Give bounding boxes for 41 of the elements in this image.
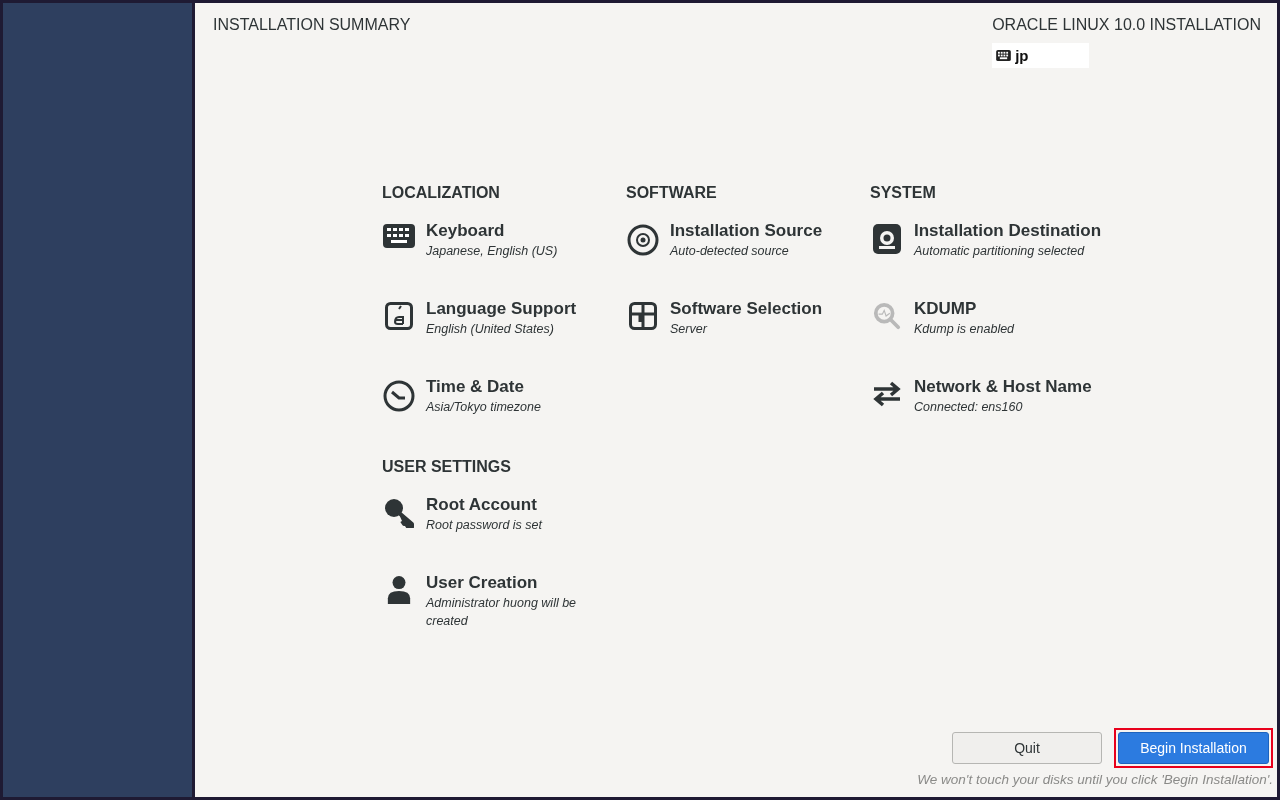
- spoke-title[interactable]: Root Account: [426, 494, 616, 516]
- spoke-title[interactable]: User Creation: [426, 572, 616, 594]
- spoke-title[interactable]: Installation Source: [670, 220, 860, 242]
- spoke-status: Server: [670, 321, 709, 338]
- begin-installation-button[interactable]: Begin Installation: [1118, 732, 1269, 764]
- spoke-status: Connected: ens160: [914, 399, 1024, 416]
- page-title: INSTALLATION SUMMARY: [213, 16, 411, 35]
- product-title: ORACLE LINUX 10.0 INSTALLATION: [992, 16, 1261, 34]
- quit-button[interactable]: Quit: [952, 732, 1102, 764]
- spoke-status: Automatic partitioning selected: [914, 243, 1086, 260]
- keyboard-layout-label: jp: [1015, 47, 1029, 64]
- category-heading: SOFTWARE: [626, 184, 718, 202]
- spoke-title[interactable]: Network & Host Name: [914, 376, 1104, 398]
- category-heading: LOCALIZATION: [382, 184, 501, 202]
- spoke-title[interactable]: Language Support: [426, 298, 616, 320]
- spoke-title[interactable]: Time & Date: [426, 376, 616, 398]
- spoke-title[interactable]: Installation Destination: [914, 220, 1104, 242]
- drive-icon[interactable]: [873, 224, 901, 254]
- category-heading: USER SETTINGS: [382, 458, 512, 476]
- key-icon[interactable]: [384, 498, 414, 528]
- keyboard-icon: [996, 50, 1012, 61]
- keyboard-layout-indicator[interactable]: jp: [992, 43, 1090, 68]
- spoke-title[interactable]: Software Selection: [670, 298, 860, 320]
- keyboard-icon[interactable]: [383, 224, 415, 248]
- disc-icon[interactable]: [627, 224, 659, 256]
- spoke-status: Auto-detected source: [670, 243, 790, 260]
- spoke-status: Root password is set: [426, 517, 544, 534]
- user-icon[interactable]: [386, 576, 412, 604]
- spoke-title[interactable]: Keyboard: [426, 220, 616, 242]
- spoke-status: Kdump is enabled: [914, 321, 1016, 338]
- language-icon[interactable]: [385, 302, 413, 330]
- spoke-status: Administrator huong will be created: [426, 595, 578, 630]
- spoke-status: Asia/Tokyo timezone: [426, 399, 542, 416]
- arrows-icon[interactable]: [871, 380, 903, 408]
- warning-note: We won't touch your disks until you click 'Begin Installation'.: [917, 772, 1273, 787]
- category-heading: SYSTEM: [870, 184, 937, 202]
- spoke-status: English (United States): [426, 321, 555, 338]
- package-icon[interactable]: [629, 302, 657, 330]
- spoke-status: Japanese, English (US): [426, 243, 559, 260]
- clock-icon[interactable]: [383, 380, 415, 412]
- spoke-title[interactable]: KDUMP: [914, 298, 1104, 320]
